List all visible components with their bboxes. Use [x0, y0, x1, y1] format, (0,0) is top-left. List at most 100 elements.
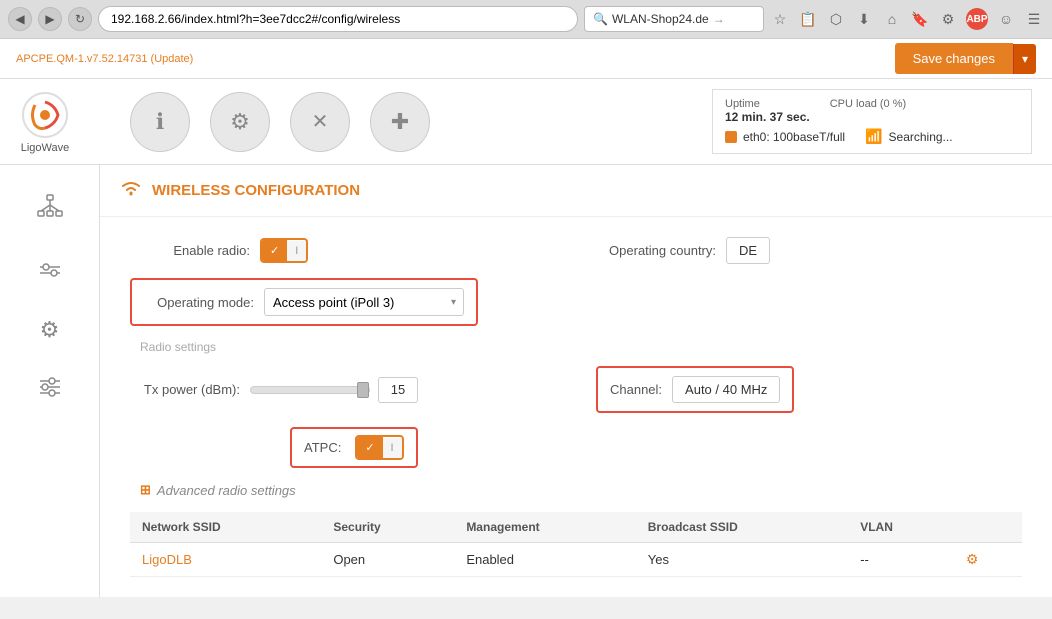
atpc-check-icon: ✓	[365, 441, 374, 454]
table-header: Network SSID Security Management Broadca…	[130, 512, 1022, 543]
atpc-off-icon: I	[391, 442, 394, 454]
profile-icon[interactable]: ☺	[996, 9, 1016, 29]
vlan-cell: --	[848, 543, 954, 577]
plus-icon: ✚	[391, 109, 409, 135]
config-body: Enable radio: ✓ I Operating country: DE	[100, 217, 1052, 597]
broadcast-cell: Yes	[636, 543, 848, 577]
eth-label: eth0: 100baseT/full	[743, 130, 845, 144]
atpc-toggle-off[interactable]: I	[383, 438, 402, 458]
ssid-table: Network SSID Security Management Broadca…	[130, 512, 1022, 577]
tx-power-group: Tx power (dBm): 15	[130, 377, 556, 403]
operating-mode-select[interactable]: Access point (iPoll 3)	[264, 288, 464, 316]
section-title: WIRELESS CONFIGURATION	[152, 182, 360, 199]
col-vlan: VLAN	[848, 512, 954, 543]
wifi-item: 📶 Searching...	[865, 128, 952, 145]
operating-country-value: DE	[726, 237, 770, 264]
forward-button[interactable]: ▶	[38, 7, 62, 31]
save-button[interactable]: Save changes	[895, 43, 1013, 74]
home-icon[interactable]: ⌂	[882, 9, 902, 29]
status-panel: Uptime 12 min. 37 sec. CPU load (0 %) et…	[712, 89, 1032, 154]
col-management: Management	[454, 512, 635, 543]
url-bar[interactable]	[98, 6, 578, 32]
cpu-label: CPU load (0 %)	[830, 98, 906, 110]
table-row: LigoDLB Open Enabled Yes -- ⚙	[130, 543, 1022, 577]
back-button[interactable]: ◀	[8, 7, 32, 31]
uptime-value: 12 min. 37 sec.	[725, 110, 810, 124]
settings-icon[interactable]: ⚙	[938, 9, 958, 29]
toggle-off-btn[interactable]: I	[287, 241, 306, 261]
tx-power-slider-container: 15	[250, 377, 418, 403]
security-cell: Open	[321, 543, 454, 577]
status-top-row: Uptime 12 min. 37 sec. CPU load (0 %)	[725, 98, 1019, 124]
info-icon: ℹ	[156, 109, 164, 135]
operating-mode-outline: Operating mode: Access point (iPoll 3) ▾	[130, 278, 478, 326]
col-broadcast: Broadcast SSID	[636, 512, 848, 543]
sidebar-item-equalizer[interactable]	[15, 245, 85, 295]
logo-text: LigoWave	[21, 142, 70, 154]
row-settings-icon[interactable]: ⚙	[966, 551, 979, 567]
search-bar[interactable]: 🔍 WLAN-Shop24.de →	[584, 6, 764, 32]
nav-add-button[interactable]: ✚	[370, 92, 430, 152]
atpc-section: ATPC: ✓ I	[290, 427, 418, 468]
tx-power-label: Tx power (dBm):	[130, 382, 240, 397]
ssid-link[interactable]: LigoDLB	[142, 552, 192, 567]
search-text: WLAN-Shop24.de	[612, 12, 709, 26]
toggle-on-btn[interactable]: ✓	[262, 240, 287, 261]
sidebar: ⚙	[0, 165, 100, 597]
save-changes-group: Save changes ▾	[895, 43, 1036, 74]
cpu-item: CPU load (0 %)	[830, 98, 906, 124]
channel-group: Channel: Auto / 40 MHz	[596, 366, 1022, 413]
refresh-button[interactable]: ↻	[68, 7, 92, 31]
channel-value: Auto / 40 MHz	[672, 376, 780, 403]
atpc-row: ATPC: ✓ I	[130, 427, 1022, 468]
radio-settings-label: Radio settings	[130, 340, 1022, 354]
update-link[interactable]: (Update)	[151, 53, 194, 65]
atpc-toggle-on[interactable]: ✓	[357, 437, 382, 458]
operating-mode-label: Operating mode:	[144, 295, 254, 310]
expand-icon: ⊞	[140, 482, 151, 498]
app-header: APCPE.QM-1.v7.52.14731 (Update) Save cha…	[0, 39, 1052, 79]
advanced-settings-row[interactable]: ⊞ Advanced radio settings	[130, 482, 1022, 498]
radio-settings-text: Radio settings	[140, 340, 216, 354]
equalizer-icon	[36, 253, 64, 287]
wifi-section-icon	[120, 179, 142, 202]
top-form-row: Enable radio: ✓ I Operating country: DE	[130, 237, 1022, 264]
uptime-label: Uptime	[725, 98, 810, 110]
save-dropdown-button[interactable]: ▾	[1013, 44, 1036, 74]
adblock-icon[interactable]: ABP	[966, 8, 988, 30]
atpc-indent: ATPC: ✓ I	[290, 427, 418, 468]
sidebar-item-settings[interactable]: ⚙	[15, 305, 85, 355]
browser-chrome: ◀ ▶ ↻ 🔍 WLAN-Shop24.de → ☆ 📋 ⬡ ⬇ ⌂ 🔖 ⚙ A…	[0, 0, 1052, 39]
download-icon[interactable]: ⬇	[854, 9, 874, 29]
status-net-row: eth0: 100baseT/full 📶 Searching...	[725, 128, 1019, 145]
slider-track	[250, 386, 370, 394]
toggle-off-icon: I	[295, 245, 298, 257]
browser-icons: ☆ 📋 ⬡ ⬇ ⌂ 🔖 ⚙ ABP ☺ ☰	[770, 8, 1044, 30]
wifi-label: Searching...	[889, 130, 953, 144]
sidebar-item-network[interactable]	[15, 185, 85, 235]
enable-radio-label: Enable radio:	[130, 243, 250, 258]
menu-icon[interactable]: ☰	[1024, 9, 1044, 29]
channel-outline: Channel: Auto / 40 MHz	[596, 366, 794, 413]
version-text: APCPE.QM-1.v7.52.14731	[16, 53, 147, 65]
reading-list-icon[interactable]: 📋	[798, 9, 818, 29]
eth-dot	[725, 131, 737, 143]
bookmark-icon[interactable]: 🔖	[910, 9, 930, 29]
operating-country-group: Operating country: DE	[596, 237, 1022, 264]
star-icon[interactable]: ☆	[770, 9, 790, 29]
slider-thumb[interactable]	[357, 382, 369, 398]
settings-sidebar-icon: ⚙	[40, 317, 60, 343]
atpc-label: ATPC:	[304, 440, 341, 455]
content-area: WIRELESS CONFIGURATION Enable radio: ✓ I	[100, 165, 1052, 597]
nav-tools-button[interactable]: ✕	[290, 92, 350, 152]
enable-radio-toggle[interactable]: ✓ I	[260, 238, 308, 263]
pocket-icon[interactable]: ⬡	[826, 9, 846, 29]
sidebar-item-advanced[interactable]	[15, 365, 85, 415]
network-topology-icon	[36, 193, 64, 227]
col-actions	[954, 512, 1022, 543]
nav-settings-button[interactable]: ⚙	[210, 92, 270, 152]
ligowave-logo	[20, 90, 70, 140]
nav-info-button[interactable]: ℹ	[130, 92, 190, 152]
atpc-toggle[interactable]: ✓ I	[355, 435, 403, 460]
channel-label: Channel:	[610, 382, 662, 397]
